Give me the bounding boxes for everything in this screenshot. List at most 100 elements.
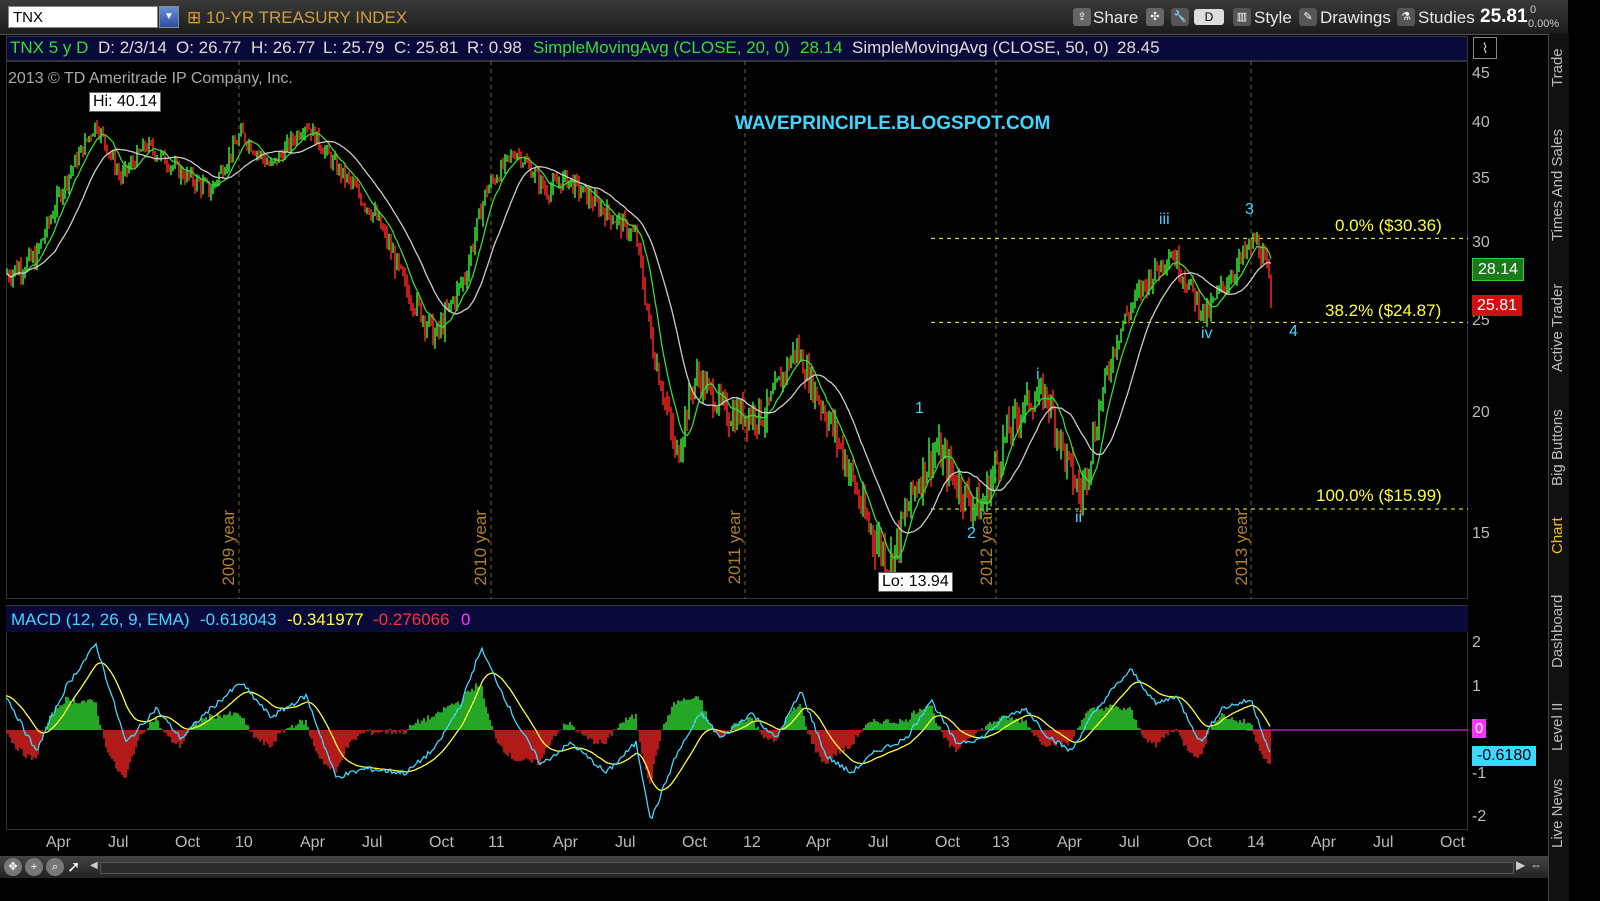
tab-times-and-sales[interactable]: Times And Sales: [1549, 118, 1567, 253]
y-tick: 45: [1472, 65, 1490, 82]
horizontal-scrollbar[interactable]: [100, 862, 1514, 874]
wave-label-1: 1: [915, 400, 924, 417]
style-button[interactable]: Style: [1254, 8, 1292, 28]
tab-trade[interactable]: Trade: [1549, 40, 1567, 95]
x-tick: Apr: [300, 834, 325, 851]
x-tick: Jul: [1119, 834, 1140, 851]
drawings-icon: ✎: [1299, 8, 1317, 26]
period-button[interactable]: D: [1194, 9, 1224, 25]
tab-chart[interactable]: Chart: [1549, 512, 1567, 560]
wrench-icon[interactable]: 🔧: [1171, 8, 1189, 26]
year-marker: 2011 year: [725, 510, 744, 585]
x-tick: Oct: [935, 834, 960, 851]
macd-value-badge: -0.6180: [1472, 746, 1536, 766]
zoom-in-icon[interactable]: +: [25, 858, 43, 876]
high-label: H: 26.77: [251, 38, 316, 57]
x-tick: Jul: [1373, 834, 1394, 851]
x-tick: Jul: [108, 834, 129, 851]
tab-dashboard[interactable]: Dashboard: [1549, 587, 1567, 675]
scroll-right-icon[interactable]: ▶: [1516, 858, 1525, 872]
close-label: C: 25.81: [394, 38, 459, 57]
macd-y-tick: -2: [1472, 808, 1487, 825]
macd-value: -0.618043: [200, 610, 277, 629]
sma50-value: 28.45: [1117, 38, 1160, 57]
tab-active-trader[interactable]: Active Trader: [1549, 275, 1567, 381]
percent-change: 0.00%: [1528, 18, 1560, 30]
year-marker: 2012 year: [977, 510, 996, 586]
symbol-dropdown-button[interactable]: ▼: [159, 6, 179, 28]
share-button[interactable]: Share: [1093, 8, 1138, 28]
x-tick: 13: [992, 834, 1010, 851]
x-tick: Apr: [1311, 834, 1336, 851]
tab-big-buttons[interactable]: Big Buttons: [1549, 400, 1567, 495]
year-marker: 2013 year: [1232, 510, 1251, 586]
cursor-icon[interactable]: ➚: [67, 857, 80, 877]
symbol-input[interactable]: TNX: [8, 6, 158, 28]
last-price-badge: 25.81: [1472, 295, 1522, 316]
symbol-period-label: TNX 5 y D: [10, 38, 89, 57]
wave-label-2: 2: [967, 525, 976, 542]
net-change: 0: [1530, 4, 1537, 16]
scroll-left-icon[interactable]: ◀: [90, 860, 100, 874]
style-icon: ▥: [1233, 8, 1251, 26]
macd-avg: -0.341977: [287, 610, 364, 629]
x-tick: 11: [488, 834, 505, 851]
x-tick: Oct: [682, 834, 707, 851]
x-tick: Oct: [1440, 834, 1465, 851]
x-tick: Jul: [362, 834, 383, 851]
y-tick: 20: [1472, 404, 1490, 421]
macd-zero-badge: 0: [1472, 719, 1486, 738]
studies-icon: ⚗: [1397, 8, 1415, 26]
year-marker: 2009 year: [219, 510, 238, 586]
expand-icon[interactable]: ⇔: [1530, 858, 1542, 872]
wave-label-i: i: [1036, 366, 1040, 383]
x-tick: 14: [1247, 834, 1265, 851]
watermark-text: WAVEPRINCIPLE.BLOGSPOT.COM: [735, 113, 1051, 134]
macd-y-tick: 2: [1472, 634, 1481, 651]
low-label: L: 25.79: [323, 38, 385, 57]
range-label: R: 0.98: [467, 38, 522, 57]
year-marker: 2010 year: [471, 510, 490, 586]
last-price: 25.81: [1480, 6, 1528, 27]
copyright-text: 2013 © TD Ameritrade IP Company, Inc.: [8, 70, 293, 87]
x-tick: Apr: [1057, 834, 1082, 851]
chart-type-icon: ⊞: [187, 8, 202, 27]
chart-title-text: 10-YR TREASURY INDEX: [205, 8, 408, 27]
studies-button[interactable]: Studies: [1418, 8, 1475, 28]
macd-diff: -0.276066: [373, 610, 450, 629]
x-tick: Oct: [175, 834, 200, 851]
macd-zero: 0: [461, 610, 471, 629]
sma50-label: SimpleMovingAvg (CLOSE, 50, 0): [852, 38, 1109, 57]
wave-label-3: 3: [1245, 201, 1254, 218]
wave-label-4: 4: [1289, 323, 1298, 340]
wave-label-ii: ii: [1075, 509, 1083, 526]
low-callout: Lo: 13.94: [878, 572, 953, 592]
tab-level-ii[interactable]: Level II: [1549, 698, 1567, 756]
y-tick: 40: [1472, 114, 1490, 131]
open-label: O: 26.77: [176, 38, 242, 57]
x-tick: 12: [743, 834, 761, 851]
fib-level-0: 0.0% ($30.36): [1335, 216, 1442, 235]
macd-y-tick: -1: [1472, 765, 1487, 782]
drawings-button[interactable]: Drawings: [1320, 8, 1391, 28]
tab-live-news[interactable]: Live News: [1549, 775, 1567, 851]
macd-y-tick: 1: [1472, 678, 1481, 695]
x-tick: Jul: [868, 834, 889, 851]
y-tick: 15: [1472, 525, 1490, 542]
chart-settings-icon[interactable]: ⌇: [1473, 37, 1497, 59]
high-callout: Hi: 40.14: [89, 92, 162, 112]
crosshair-icon[interactable]: ✣: [1146, 8, 1164, 26]
sma20-value: 28.14: [800, 38, 843, 57]
y-tick: 35: [1472, 170, 1490, 187]
chart-title: ⊞ 10-YR TREASURY INDEX: [187, 8, 407, 28]
wave-label-iv: iv: [1201, 325, 1213, 342]
x-tick: Jul: [615, 834, 636, 851]
x-tick: Apr: [806, 834, 831, 851]
date-label: D: 2/3/14: [98, 38, 167, 57]
macd-svg: [6, 642, 1468, 820]
macd-label: MACD (12, 26, 9, EMA): [11, 610, 190, 629]
zoom-icon[interactable]: ⌕: [46, 858, 64, 876]
pan-icon[interactable]: ✥: [4, 858, 22, 876]
x-tick: 10: [235, 834, 253, 851]
x-tick: Apr: [553, 834, 578, 851]
